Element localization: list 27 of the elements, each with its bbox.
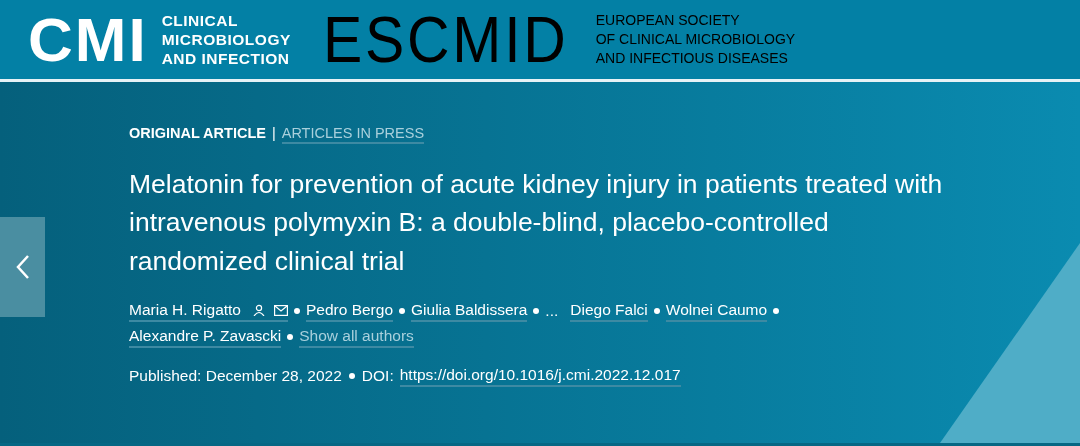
chevron-left-icon <box>15 254 30 280</box>
author-link[interactable]: Maria H. Rigatto <box>129 300 288 323</box>
logo-text: CLINICAL <box>161 11 239 30</box>
author-link[interactable]: Diego Falci <box>570 300 648 323</box>
logo-text: AND INFECTION <box>161 49 291 68</box>
logo-text: AND INFECTIOUS DISEASES <box>595 49 789 68</box>
author-link[interactable]: Alexandre P. Zavascki <box>129 326 282 349</box>
published-date: Published: December 28, 2022 <box>129 366 342 387</box>
doi-link[interactable]: https://doi.org/10.1016/j.cmi.2022.12.017 <box>399 364 681 387</box>
show-all-authors-link[interactable]: Show all authors <box>299 326 414 349</box>
articles-in-press-link[interactable]: ARTICLES IN PRESS <box>281 123 425 144</box>
article-type: ORIGINAL ARTICLE <box>129 124 266 143</box>
logo-text: OF CLINICAL MICROBIOLOGY <box>595 30 796 49</box>
author-link[interactable]: Wolnei Caumo <box>665 300 768 323</box>
article-title: Melatonin for prevention of acute kidney injury in patients treated with intravenous polymyxin B: a double-blind, placebo-controlled randomized clinical trial <box>129 167 944 278</box>
doi-label: DOI: <box>361 366 394 387</box>
person-icon <box>253 304 265 317</box>
escmid-logo-mark: ESCMID <box>322 7 569 72</box>
previous-arrow-button[interactable] <box>0 217 45 317</box>
separator-text: | <box>271 124 276 143</box>
logo-text: MICROBIOLOGY <box>161 30 291 49</box>
author-link[interactable]: Pedro Bergo <box>306 300 393 323</box>
author-link[interactable]: Giulia Baldissera <box>411 300 528 323</box>
cmi-logo-mark: CMI <box>28 8 148 71</box>
ellipsis-text: ... <box>545 301 559 322</box>
mail-icon <box>274 304 288 316</box>
logo-text: EUROPEAN SOCIETY <box>595 11 741 30</box>
